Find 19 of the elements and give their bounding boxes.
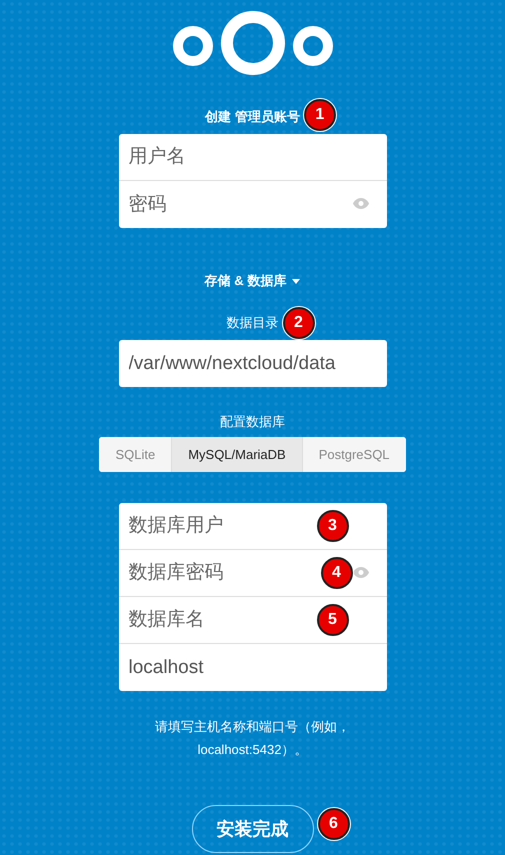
number-badge: 1 bbox=[304, 99, 336, 131]
section-label: 数据目录 bbox=[226, 315, 278, 330]
database-tab[interactable]: PostgreSQL bbox=[302, 437, 406, 472]
eye-icon[interactable] bbox=[352, 567, 368, 578]
number-badge: 2 bbox=[282, 307, 314, 339]
section-label: 配置数据库 bbox=[220, 413, 285, 431]
storage-toggle[interactable]: 存储 & 数据库 bbox=[204, 272, 286, 290]
input-field[interactable]: /var/www/nextcloud/data bbox=[118, 340, 386, 387]
database-tab[interactable]: MySQL/MariaDB bbox=[171, 437, 303, 472]
install-button[interactable]: 安装完成 bbox=[192, 805, 314, 853]
input-field[interactable]: 用户名 bbox=[118, 134, 386, 181]
input-field[interactable]: localhost bbox=[118, 644, 386, 691]
section-label: 创建 管理员账号 bbox=[205, 109, 300, 124]
eye-icon[interactable] bbox=[352, 198, 368, 209]
caret-icon[interactable] bbox=[292, 278, 300, 284]
input-field[interactable]: 密码 bbox=[118, 181, 386, 228]
database-tab[interactable]: SQLite bbox=[99, 437, 172, 472]
number-badge: 6 bbox=[318, 808, 350, 840]
hint-text: 请填写主机名称和端口号（例如，localhost:5432）。 bbox=[154, 718, 351, 759]
